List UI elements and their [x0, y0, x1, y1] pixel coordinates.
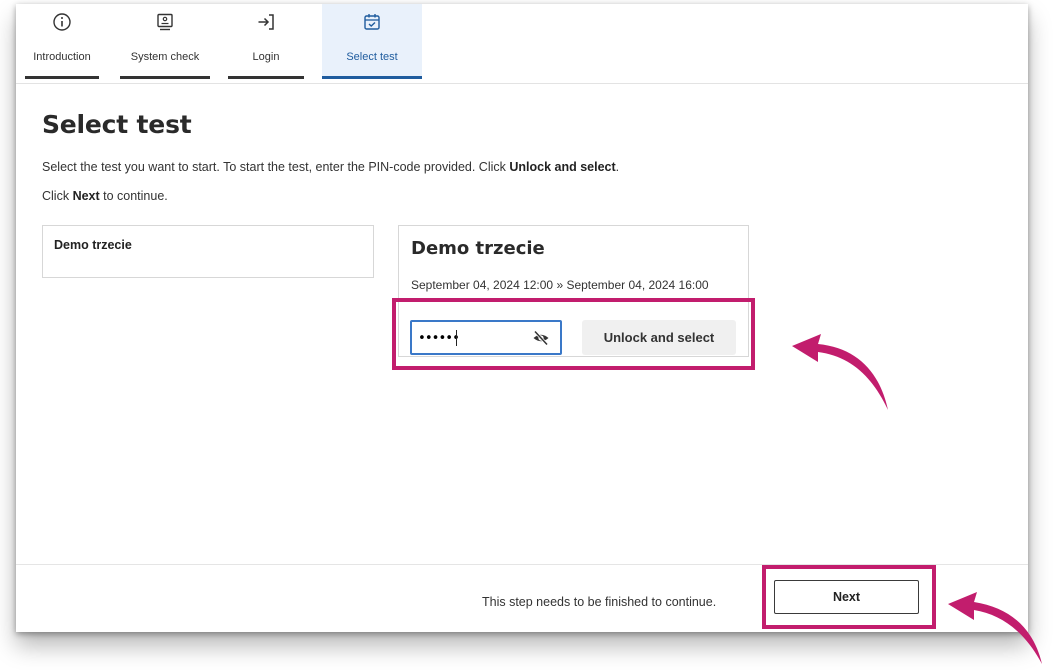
- step-label: Select test: [346, 51, 398, 63]
- page-title: Select test: [42, 110, 192, 139]
- step-login[interactable]: Login: [228, 4, 304, 79]
- instruction-text: Click Next to continue.: [42, 189, 168, 203]
- info-icon: [53, 13, 71, 31]
- test-name: Demo trzecie: [54, 238, 132, 252]
- step-system-check[interactable]: System check: [120, 4, 210, 79]
- instruction-text: Select the test you want to start. To st…: [42, 160, 619, 174]
- highlight-box-next: [762, 565, 936, 629]
- highlight-box-pin: [392, 298, 755, 370]
- instruction-emphasis: Next: [72, 189, 100, 203]
- test-dates: September 04, 2024 12:00 » September 04,…: [411, 278, 709, 292]
- instruction-text-part: Click: [42, 189, 73, 203]
- annotation-arrow-icon: [792, 334, 888, 410]
- step-navigation: Introduction System check Login Select t…: [16, 4, 1028, 84]
- test-list-item[interactable]: Demo trzecie: [42, 225, 374, 278]
- instruction-text-part: Select the test you want to start. To st…: [42, 160, 510, 174]
- monitor-icon: [157, 13, 173, 31]
- step-label: Login: [252, 51, 280, 63]
- instruction-text-part: to continue.: [99, 189, 168, 203]
- footer-message: This step needs to be finished to contin…: [482, 595, 717, 609]
- calendar-check-icon: [364, 14, 380, 30]
- selected-test-name: Demo trzecie: [411, 238, 545, 259]
- annotation-arrow-icon: [948, 592, 1042, 664]
- step-introduction[interactable]: Introduction: [25, 4, 99, 79]
- step-label: Introduction: [33, 51, 91, 63]
- footer-bar: This step needs to be finished to contin…: [16, 564, 1028, 632]
- instruction-emphasis: Unlock and select: [509, 160, 616, 174]
- step-select-test[interactable]: Select test: [322, 4, 422, 79]
- login-icon: [258, 14, 274, 30]
- instruction-text-part: .: [615, 160, 620, 174]
- step-label: System check: [130, 51, 200, 63]
